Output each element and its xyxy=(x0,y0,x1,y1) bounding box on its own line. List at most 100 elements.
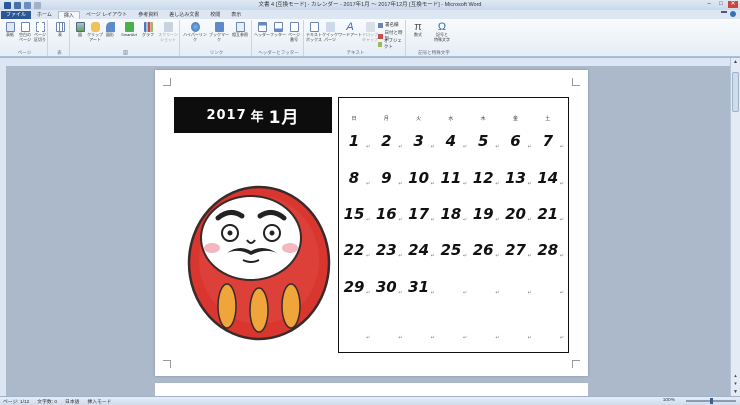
calendar-day[interactable]: 6 xyxy=(504,132,528,150)
year-kanji: 年 xyxy=(250,109,265,125)
tab-page-layout[interactable]: ページ レイアウト xyxy=(81,11,132,19)
calendar-day[interactable]: 14 xyxy=(536,169,560,187)
footer-button[interactable]: フッター xyxy=(270,22,286,38)
chart-button[interactable]: グラフ xyxy=(140,22,156,38)
tab-home[interactable]: ホーム xyxy=(32,11,57,19)
tab-mailings[interactable]: 差し込み文書 xyxy=(164,11,204,19)
word-count[interactable]: 文字数: 0 xyxy=(37,398,57,405)
page-break-button[interactable]: ページ 区切り xyxy=(32,22,48,42)
equation-button[interactable]: π 数式 xyxy=(410,22,426,38)
zoom-level[interactable]: 100% xyxy=(663,398,675,403)
cell-end-mark: ↵ xyxy=(366,181,371,187)
tab-review[interactable]: 校閲 xyxy=(205,11,225,19)
smartart-button[interactable]: SmartArt xyxy=(118,22,140,38)
prev-page-icon[interactable]: ▴ xyxy=(731,372,740,380)
daruma-illustration[interactable] xyxy=(185,178,335,343)
calendar-day[interactable]: 1 xyxy=(342,132,366,150)
vertical-scrollbar[interactable]: ▲ ▴ ▾ ▼ xyxy=(730,58,740,396)
cross-reference-button[interactable]: 相互参照 xyxy=(230,22,250,38)
vertical-ruler[interactable] xyxy=(0,66,6,396)
quick-parts-button[interactable]: クイック パーツ xyxy=(322,22,338,42)
calendar-day[interactable]: 13 xyxy=(504,169,528,187)
cover-page-button[interactable]: 表紙 xyxy=(2,22,18,38)
calendar-day[interactable]: 19 xyxy=(471,205,495,223)
cover-page-icon xyxy=(5,22,15,32)
shapes-button[interactable]: 図形 xyxy=(102,22,118,38)
calendar-day[interactable]: 23 xyxy=(374,241,398,259)
object-button[interactable]: オブジェクト xyxy=(378,38,405,50)
calendar-day[interactable]: 7 xyxy=(536,132,560,150)
scroll-up-icon[interactable]: ▲ xyxy=(731,58,740,66)
signature-line-button[interactable]: 署名欄 xyxy=(378,22,399,28)
clipart-button[interactable]: クリップ アート xyxy=(87,22,103,42)
calendar-day[interactable]: 28 xyxy=(536,241,560,259)
calendar-day[interactable]: 20 xyxy=(504,205,528,223)
calendar-day[interactable]: 29 xyxy=(342,278,366,296)
tab-insert[interactable]: 挿入 xyxy=(57,11,80,19)
cross-reference-icon xyxy=(235,22,245,32)
calendar-table[interactable]: 日月火水木金土 1 ↵ 2 ↵ 3 ↵ 4 ↵ 5 ↵ 6 ↵ 7 ↵ 8 ↵ 9 ↵ 10 ↵ 11 ↵ 12 ↵ 13 ↵ 14 ↵… xyxy=(338,97,569,353)
maximize-button[interactable]: □ xyxy=(716,1,726,8)
calendar-day[interactable]: 12 xyxy=(471,169,495,187)
cell-end-mark: ↵ xyxy=(559,217,564,223)
calendar-day[interactable]: 10 xyxy=(407,169,431,187)
dropcap-button[interactable]: ドロップ キャップ xyxy=(362,22,378,42)
tab-view[interactable]: 表示 xyxy=(226,11,246,19)
window-title: 文書 4 [互換モード] - カレンダー - 2017年1月 ～ 2017年12… xyxy=(258,2,482,8)
page-number-button[interactable]: ページ 番号 xyxy=(286,22,302,42)
calendar-day[interactable]: 26 xyxy=(471,241,495,259)
input-mode[interactable]: 挿入モード xyxy=(87,398,111,405)
month-title-box[interactable]: 2017 年 1月 xyxy=(174,97,332,133)
document-page[interactable]: 2017 年 1月 日月火水木金土 1 ↵ 2 ↵ 3 ↵ 4 ↵ 5 ↵ 6 ↵ 7 ↵ 8 ↵ 9 ↵ 10 ↵ 11… xyxy=(155,70,588,376)
help-icon[interactable] xyxy=(730,11,736,17)
calendar-day[interactable]: 21 xyxy=(536,205,560,223)
calendar-day[interactable]: 30 xyxy=(374,278,398,296)
calendar-day[interactable]: 5 xyxy=(471,132,495,150)
textbox-button[interactable]: テキスト ボックス xyxy=(306,22,322,42)
bookmark-button[interactable]: ブックマーク xyxy=(208,22,230,42)
zoom-knob[interactable] xyxy=(710,397,713,404)
calendar-day[interactable]: 27 xyxy=(504,241,528,259)
calendar-day[interactable]: 3 xyxy=(407,132,431,150)
header-button[interactable]: ヘッダー xyxy=(254,22,270,38)
calendar-day[interactable]: 24 xyxy=(407,241,431,259)
ribbon-minimize-icon[interactable] xyxy=(721,11,727,17)
calendar-day[interactable]: 11 xyxy=(439,169,463,187)
language-status[interactable]: 日本語 xyxy=(65,398,79,405)
tab-file[interactable]: ファイル xyxy=(1,11,32,19)
blank-page-button[interactable]: 空白の ページ xyxy=(17,22,33,42)
scroll-thumb[interactable] xyxy=(732,72,739,112)
tab-references[interactable]: 参考資料 xyxy=(133,11,163,19)
page-number-icon xyxy=(289,22,299,32)
calendar-day[interactable]: 17 xyxy=(407,205,431,223)
minimize-button[interactable]: – xyxy=(704,1,714,8)
group-page: 表紙 空白の ページ ページ 区切り ページ xyxy=(2,20,48,56)
page-count[interactable]: ページ: 1/12 xyxy=(3,398,29,405)
screenshot-button[interactable]: スクリーン ショット xyxy=(157,22,179,42)
calendar-day[interactable]: 25 xyxy=(439,241,463,259)
calendar-day[interactable]: 2 xyxy=(374,132,398,150)
ribbon-tab-bar: ファイル ホーム 挿入 ページ レイアウト 参考資料 差し込み文書 校閲 表示 xyxy=(0,10,740,19)
zoom-slider[interactable] xyxy=(686,397,736,404)
calendar-day[interactable]: 22 xyxy=(342,241,366,259)
cell-end-mark: ↵ xyxy=(559,144,564,150)
calendar-day[interactable]: 18 xyxy=(439,205,463,223)
scroll-down-icon[interactable]: ▼ xyxy=(731,388,740,396)
horizontal-ruler[interactable] xyxy=(0,58,730,66)
table-button[interactable]: 表 xyxy=(52,22,68,38)
blank-page-icon xyxy=(20,22,30,32)
calendar-day[interactable]: 4 xyxy=(439,132,463,150)
calendar-day[interactable]: 8 xyxy=(342,169,366,187)
picture-button[interactable]: 図 xyxy=(72,22,88,38)
calendar-day[interactable]: 9 xyxy=(374,169,398,187)
calendar-day[interactable]: 15 xyxy=(342,205,366,223)
calendar-day[interactable]: 16 xyxy=(374,205,398,223)
hyperlink-button[interactable]: ハイパーリンク xyxy=(182,22,208,42)
zoom-control[interactable]: 100% xyxy=(663,397,736,404)
wordart-button[interactable]: A ワードアート xyxy=(338,22,362,38)
cell-end-mark: ↵ xyxy=(495,290,500,296)
symbol-button[interactable]: Ω 記号と 特殊文字 xyxy=(430,22,454,42)
calendar-day[interactable]: 31 xyxy=(407,278,431,296)
close-button[interactable]: ✕ xyxy=(728,1,738,8)
next-page-icon[interactable]: ▾ xyxy=(731,380,740,388)
